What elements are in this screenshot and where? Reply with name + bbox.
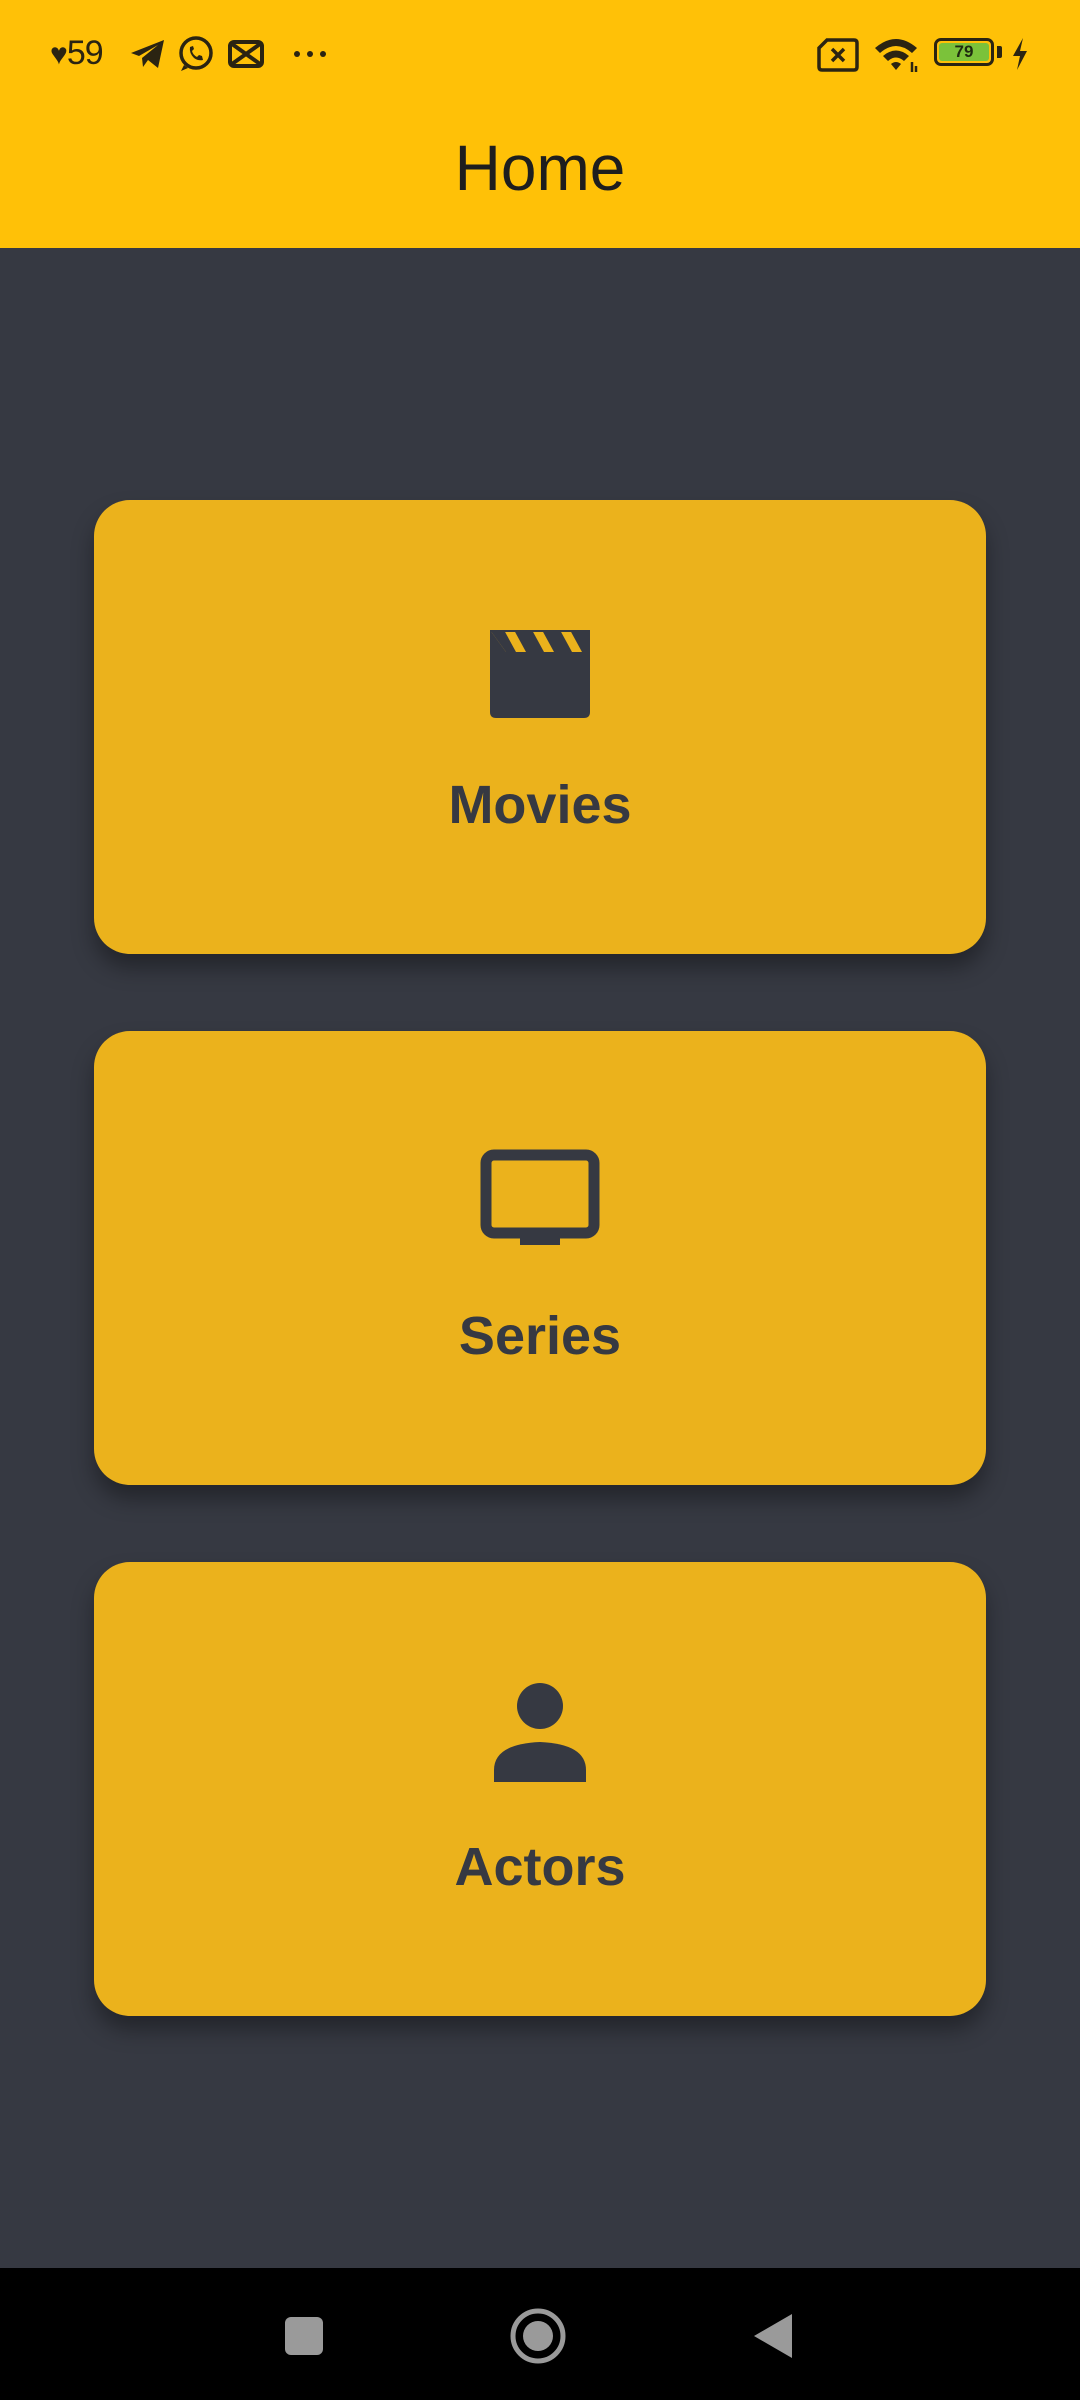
battery-level: 79 — [954, 42, 974, 61]
tv-icon — [480, 1149, 600, 1245]
series-card[interactable]: Series — [94, 1031, 986, 1485]
battery-fill: 79 — [939, 43, 989, 61]
recents-square-button[interactable] — [264, 2296, 344, 2376]
wifi-icon — [875, 39, 918, 72]
movie-clapper-icon — [490, 630, 590, 718]
telegram-icon — [131, 40, 164, 68]
back-triangle-button[interactable] — [734, 2296, 814, 2376]
battery-icon: 79 — [934, 38, 994, 66]
person-icon — [494, 1683, 586, 1782]
actors-label: Actors — [454, 1837, 626, 1897]
movies-label: Movies — [448, 775, 632, 835]
movies-card[interactable]: Movies — [94, 500, 986, 954]
charging-bolt-icon — [1013, 38, 1027, 70]
more-dots-icon — [294, 51, 326, 57]
no-sim-icon — [817, 38, 859, 72]
status-bar: ♥59 79 — [0, 0, 1080, 108]
app-bar: ♥59 79 Home — [0, 0, 1080, 248]
system-nav-bar — [0, 2268, 1080, 2400]
series-label: Series — [458, 1306, 622, 1366]
whatsapp-icon — [179, 36, 213, 71]
actors-card[interactable]: Actors — [94, 1562, 986, 2016]
page-title: Home — [454, 132, 626, 204]
battery-nub — [997, 46, 1002, 58]
status-time-value: 59 — [66, 34, 104, 72]
heart-icon: ♥ — [50, 38, 68, 71]
status-time: ♥59 — [50, 34, 104, 73]
home-circle-button[interactable] — [498, 2296, 578, 2376]
home-screen: ♥59 79 Home Movies Series Actors — [0, 0, 1080, 2400]
capcut-icon — [228, 40, 264, 68]
